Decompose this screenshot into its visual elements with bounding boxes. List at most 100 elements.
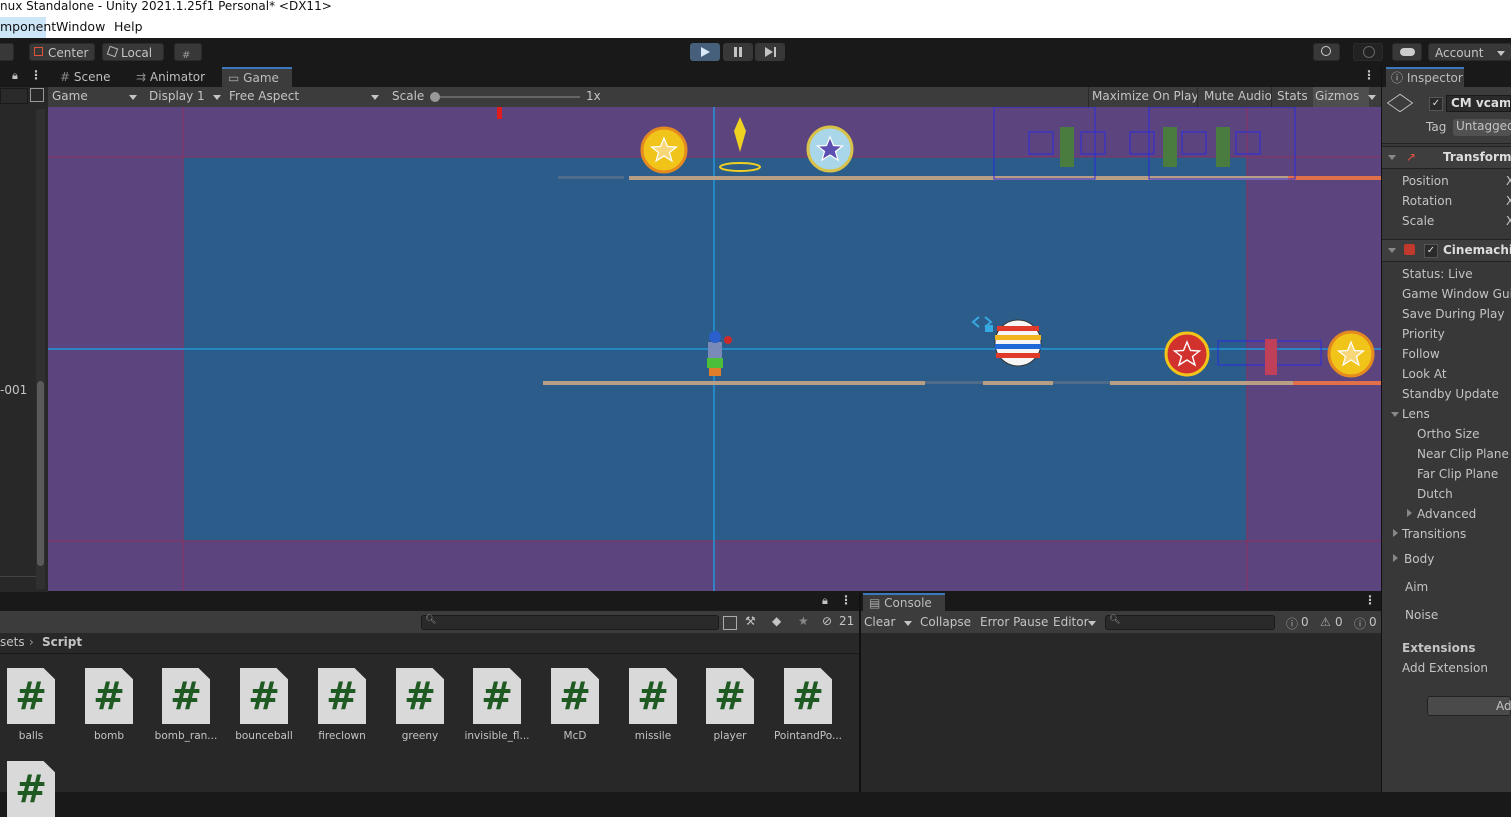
play-button[interactable] (690, 43, 720, 61)
script-file-icon[interactable]: # (473, 668, 521, 724)
console-error-pause-toggle[interactable]: Error Pause (980, 615, 1048, 629)
slider-thumb[interactable] (430, 92, 440, 102)
kebab-menu-icon[interactable]: ⋮ (1363, 68, 1375, 82)
script-file-label[interactable]: missile (614, 730, 692, 742)
label-tag-icon[interactable]: ◆ (772, 614, 781, 628)
scene-icon: # (60, 70, 71, 84)
search-filter-icon[interactable] (30, 88, 44, 102)
aspect-dropdown[interactable]: Free Aspect (229, 89, 383, 103)
maximize-on-play-toggle[interactable]: Maximize On Play (1092, 89, 1199, 103)
step-button[interactable] (755, 43, 785, 61)
active-checkbox[interactable]: ✓ (1429, 97, 1443, 111)
cm-save-during-play: Save During Play (1402, 307, 1505, 321)
lock-icon[interactable]: 🔒︎ (12, 69, 18, 83)
display-dropdown[interactable]: Display 1 (149, 89, 223, 103)
script-file-icon[interactable]: # (706, 668, 754, 724)
script-file-label[interactable]: PointandPo... (769, 730, 847, 742)
console-log-toggle[interactable]: ⓘ 0 (1283, 614, 1315, 631)
menu-component[interactable]: mponent (0, 19, 56, 34)
console-error-toggle[interactable]: ⓘ 0 (1351, 614, 1381, 631)
console-search-input[interactable]: 🔍︎ (1105, 615, 1275, 630)
gizmos-toggle[interactable]: Gizmos (1313, 87, 1369, 107)
hierarchy-item-label[interactable]: -001 (0, 383, 27, 397)
pivot-center-button[interactable]: Center (29, 43, 95, 61)
search-by-type-icon[interactable] (723, 616, 737, 630)
scale-value: 1x (586, 89, 601, 103)
search-button[interactable] (1313, 43, 1340, 61)
kebab-menu-icon[interactable]: ⋮ (840, 593, 852, 607)
lens-foldout[interactable]: Lens (1402, 407, 1430, 421)
tab-animator[interactable]: ⇉ Animator (132, 67, 208, 87)
pause-button[interactable] (723, 43, 753, 61)
transitions-foldout[interactable]: Transitions (1402, 527, 1466, 541)
script-file-label[interactable]: bomb (70, 730, 148, 742)
console-collapse-toggle[interactable]: Collapse (920, 615, 971, 629)
script-file-icon[interactable]: # (318, 668, 366, 724)
menu-window[interactable]: Window (56, 19, 105, 34)
script-file-label[interactable]: fireclown (303, 730, 381, 742)
chevron-down-icon[interactable] (1391, 412, 1399, 417)
toolbar-left-button[interactable] (0, 43, 14, 61)
script-file-label[interactable]: balls (0, 730, 70, 742)
tab-game[interactable]: ▭ Game (222, 67, 292, 87)
component-enabled-checkbox[interactable]: ✓ (1424, 244, 1438, 258)
script-file-icon[interactable]: # (551, 668, 599, 724)
body-foldout[interactable]: Body (1404, 552, 1434, 566)
game-mode-dropdown[interactable]: Game (52, 89, 137, 103)
breadcrumb-assets[interactable]: sets (0, 635, 25, 649)
lock-icon[interactable]: 🔒︎ (822, 594, 828, 608)
script-file-icon[interactable]: # (396, 668, 444, 724)
add-component-button[interactable]: Ad (1427, 696, 1511, 716)
game-viewport[interactable] (48, 107, 1381, 591)
lens-advanced-foldout[interactable]: Advanced (1417, 507, 1476, 521)
tab-scene[interactable]: # Scene (56, 67, 128, 87)
tag-dropdown[interactable]: Untagged (1453, 119, 1511, 136)
collab-button[interactable] (1353, 43, 1383, 61)
account-dropdown[interactable]: Account (1428, 43, 1511, 61)
chevron-down-icon[interactable] (904, 621, 912, 626)
menu-help[interactable]: Help (114, 19, 143, 34)
cloud-button[interactable] (1392, 43, 1422, 61)
favorite-star-icon[interactable]: ★ (798, 614, 809, 628)
script-file-label[interactable]: bomb_ran... (147, 730, 225, 742)
script-file-label[interactable]: McD (536, 730, 614, 742)
console-clear-button[interactable]: Clear (864, 615, 895, 629)
mute-audio-toggle[interactable]: Mute Audio (1204, 89, 1272, 103)
chevron-right-icon[interactable] (1393, 554, 1398, 562)
kebab-menu-icon[interactable]: ⋮ (30, 68, 42, 82)
script-file-icon[interactable]: # (629, 668, 677, 724)
hierarchy-scrollbar[interactable] (36, 109, 45, 589)
hidden-packages-toggle[interactable]: ⊘ 21 (818, 613, 854, 631)
csharp-hash-icon: # (326, 674, 358, 718)
tab-console[interactable]: ▤ Console (863, 593, 945, 611)
breadcrumb-script[interactable]: Script (42, 635, 82, 649)
project-search-input[interactable]: 🔍︎ (421, 615, 719, 630)
script-file-label[interactable]: bounceball (225, 730, 303, 742)
script-file-icon[interactable]: # (240, 668, 288, 724)
pivot-local-button[interactable]: Local (102, 43, 164, 61)
script-file-label[interactable]: invisible_fl... (458, 730, 536, 742)
script-file-label[interactable]: greeny (381, 730, 459, 742)
cinemachine-header[interactable]: ✓ Cinemachin (1382, 239, 1511, 262)
object-name-field[interactable]: CM vcam1 (1446, 95, 1511, 112)
script-file-icon[interactable]: # (162, 668, 210, 724)
chevron-right-icon[interactable] (1407, 509, 1412, 517)
scale-slider[interactable] (430, 92, 580, 102)
script-file-label[interactable]: player (691, 730, 769, 742)
chevron-right-icon[interactable] (1393, 529, 1398, 537)
kebab-menu-icon[interactable]: ⋮ (1364, 593, 1376, 607)
chevron-down-icon[interactable] (1368, 95, 1376, 100)
stats-toggle[interactable]: Stats (1277, 89, 1308, 103)
script-file-icon[interactable]: # (85, 668, 133, 724)
filter-type-icon[interactable]: ⚒ (745, 614, 756, 628)
hierarchy-search[interactable] (0, 88, 28, 104)
grid-snap-button[interactable]: # (174, 43, 202, 61)
console-warning-toggle[interactable]: ⚠ 0 (1317, 614, 1349, 631)
info-icon: ⓘ (1286, 617, 1299, 631)
console-editor-dropdown[interactable]: Editor (1053, 615, 1089, 629)
tab-inspector[interactable]: ⓘ Inspector (1386, 67, 1464, 87)
script-file-icon[interactable]: # (784, 668, 832, 724)
script-file-icon[interactable]: # (7, 668, 55, 724)
script-file-icon[interactable]: # (7, 761, 55, 817)
transform-header[interactable]: ↗ Transform (1382, 146, 1511, 169)
